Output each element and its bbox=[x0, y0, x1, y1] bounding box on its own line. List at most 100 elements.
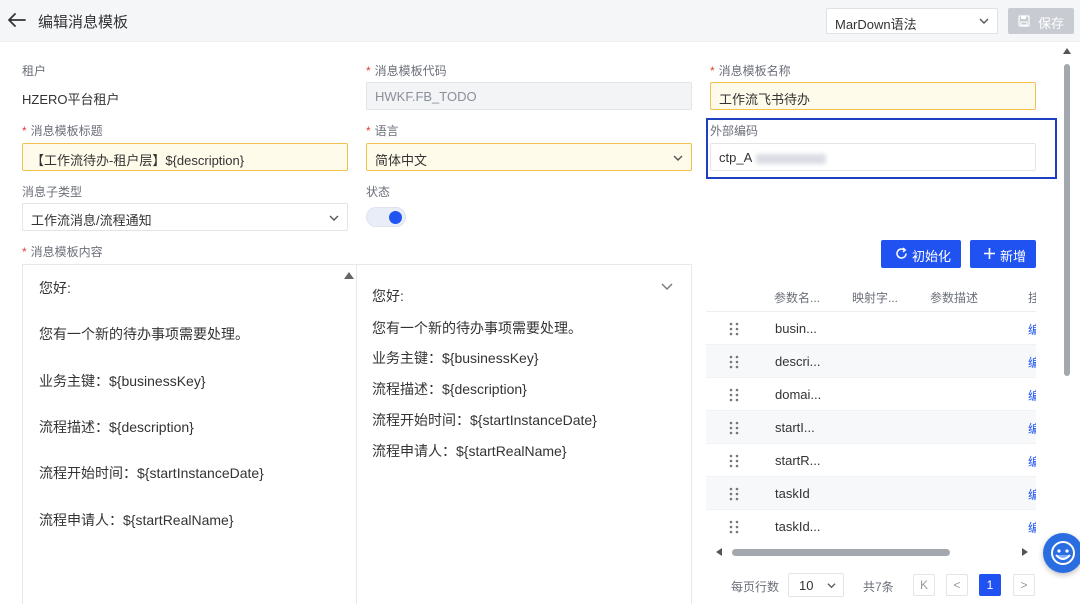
edit-link[interactable]: 编 bbox=[1028, 420, 1036, 437]
editor-line: 流程申请人：${startRealName} bbox=[39, 512, 234, 528]
table-row[interactable]: busin... 编 bbox=[706, 312, 1036, 345]
first-page-button[interactable]: K bbox=[913, 574, 935, 596]
column-header[interactable]: 参数描述 bbox=[930, 289, 978, 306]
preview-line: 流程描述：${description} bbox=[372, 381, 527, 397]
tenant-label: 租户 bbox=[22, 64, 47, 78]
page-size-value: 10 bbox=[799, 578, 814, 593]
total-count: 共7条 bbox=[863, 580, 894, 594]
column-header[interactable]: 挂 bbox=[1028, 289, 1036, 306]
back-arrow-icon[interactable] bbox=[6, 11, 26, 29]
template-title-label: * 消息模板标题 bbox=[22, 124, 103, 138]
table-header: 参数名... 映射字... 参数描述 挂 bbox=[706, 279, 1036, 312]
edit-link[interactable]: 编 bbox=[1028, 453, 1036, 470]
param-name: startR... bbox=[775, 453, 821, 468]
syntax-select-value: MarDown语法 bbox=[835, 17, 917, 32]
chevron-down-icon bbox=[329, 215, 339, 221]
drag-handle-icon[interactable] bbox=[729, 421, 739, 435]
table-row[interactable]: startI... 编 bbox=[706, 411, 1036, 444]
edit-link[interactable]: 编 bbox=[1028, 486, 1036, 503]
template-code-field: HWKF.FB_TODO bbox=[366, 82, 692, 110]
status-toggle[interactable] bbox=[366, 207, 406, 227]
template-title-field[interactable]: 【工作流待办-租户层】${description} bbox=[22, 143, 348, 171]
editor-line: 您好: bbox=[39, 280, 71, 296]
column-header[interactable]: 参数名... bbox=[774, 289, 820, 306]
chevron-down-icon[interactable] bbox=[661, 282, 673, 292]
scroll-thumb[interactable] bbox=[732, 549, 950, 556]
param-name: taskId bbox=[775, 486, 810, 501]
param-name: descri... bbox=[775, 354, 821, 369]
editor-line: 业务主键：${businessKey} bbox=[39, 373, 206, 389]
template-name-field[interactable]: 工作流飞书待办 bbox=[710, 82, 1036, 110]
add-label: 新增 bbox=[1000, 249, 1027, 264]
subtype-select[interactable]: 工作流消息/流程通知 bbox=[22, 203, 348, 231]
preview-line: 您好: bbox=[372, 288, 404, 304]
highlight-box bbox=[706, 118, 1057, 179]
assistant-icon bbox=[1051, 541, 1075, 565]
drag-handle-icon[interactable] bbox=[729, 487, 739, 501]
content-preview: 您好: 您有一个新的待办事项需要处理。 业务主键：${businessKey} … bbox=[357, 264, 692, 604]
page-size-select[interactable]: 10 bbox=[788, 573, 844, 597]
scroll-up-icon[interactable] bbox=[1063, 48, 1071, 54]
edit-link[interactable]: 编 bbox=[1028, 354, 1036, 371]
next-page-button[interactable]: > bbox=[1013, 574, 1035, 596]
preview-line: 业务主键：${businessKey} bbox=[372, 350, 539, 366]
chevron-down-icon bbox=[979, 18, 989, 24]
status-label: 状态 bbox=[366, 185, 391, 199]
table-row[interactable]: domai... 编 bbox=[706, 378, 1036, 411]
editor-line: 流程描述：${description} bbox=[39, 419, 194, 435]
content-editor[interactable]: 您好: 您有一个新的待办事项需要处理。 业务主键：${businessKey} … bbox=[22, 264, 357, 604]
table-row[interactable]: taskId... 编 bbox=[706, 510, 1036, 541]
language-value: 简体中文 bbox=[375, 153, 428, 168]
content-label: * 消息模板内容 bbox=[22, 245, 103, 259]
init-button[interactable]: 初始化 bbox=[881, 240, 961, 268]
table-horizontal-scrollbar[interactable] bbox=[716, 546, 1028, 558]
params-table: 参数名... 映射字... 参数描述 挂 busin... 编 descri..… bbox=[706, 279, 1036, 541]
language-label: * 语言 bbox=[366, 124, 399, 138]
edit-link[interactable]: 编 bbox=[1028, 387, 1036, 404]
save-button[interactable]: 保存 bbox=[1008, 8, 1074, 34]
table-row[interactable]: startR... 编 bbox=[706, 444, 1036, 477]
param-name: startI... bbox=[775, 420, 815, 435]
column-header[interactable]: 映射字... bbox=[852, 289, 898, 306]
drag-handle-icon[interactable] bbox=[729, 454, 739, 468]
init-label: 初始化 bbox=[912, 249, 952, 264]
subtype-label: 消息子类型 bbox=[22, 185, 83, 199]
preview-line: 流程申请人：${startRealName} bbox=[372, 443, 567, 459]
save-icon bbox=[1018, 15, 1030, 27]
editor-line: 流程开始时间：${startInstanceDate} bbox=[39, 465, 264, 481]
plus-icon bbox=[984, 248, 995, 259]
refresh-icon bbox=[896, 247, 907, 259]
scroll-thumb[interactable] bbox=[1064, 64, 1070, 376]
scroll-up-icon[interactable] bbox=[344, 272, 354, 279]
scroll-left-icon[interactable] bbox=[716, 548, 722, 556]
edit-link[interactable]: 编 bbox=[1028, 519, 1036, 536]
drag-handle-icon[interactable] bbox=[729, 355, 739, 369]
preview-line: 流程开始时间：${startInstanceDate} bbox=[372, 412, 597, 428]
drag-handle-icon[interactable] bbox=[729, 388, 739, 402]
subtype-value: 工作流消息/流程通知 bbox=[31, 213, 152, 228]
syntax-select[interactable]: MarDown语法 bbox=[826, 8, 998, 34]
drag-handle-icon[interactable] bbox=[729, 520, 739, 534]
add-button[interactable]: 新增 bbox=[970, 240, 1036, 268]
editor-line: 您有一个新的待办事项需要处理。 bbox=[39, 326, 249, 342]
template-name-label: * 消息模板名称 bbox=[710, 64, 791, 78]
param-name: domai... bbox=[775, 387, 822, 402]
chevron-down-icon bbox=[827, 583, 836, 589]
page-vertical-scrollbar[interactable] bbox=[1062, 44, 1072, 604]
page-header: 编辑消息模板 MarDown语法 保存 bbox=[0, 0, 1080, 42]
page-number-button[interactable]: 1 bbox=[979, 574, 1001, 596]
template-code-label: * 消息模板代码 bbox=[366, 64, 447, 78]
edit-link[interactable]: 编 bbox=[1028, 321, 1036, 338]
table-row[interactable]: taskId 编 bbox=[706, 477, 1036, 510]
per-page-label: 每页行数 bbox=[731, 580, 780, 594]
page-title: 编辑消息模板 bbox=[38, 14, 129, 31]
table-row[interactable]: descri... 编 bbox=[706, 345, 1036, 378]
param-name: taskId... bbox=[775, 519, 821, 534]
scroll-right-icon[interactable] bbox=[1022, 548, 1028, 556]
toggle-knob bbox=[389, 211, 402, 224]
drag-handle-icon[interactable] bbox=[729, 322, 739, 336]
tenant-value: HZERO平台租户 bbox=[22, 92, 120, 107]
language-select[interactable]: 简体中文 bbox=[366, 143, 692, 171]
prev-page-button[interactable]: < bbox=[946, 574, 968, 596]
help-float-button[interactable] bbox=[1043, 533, 1080, 573]
